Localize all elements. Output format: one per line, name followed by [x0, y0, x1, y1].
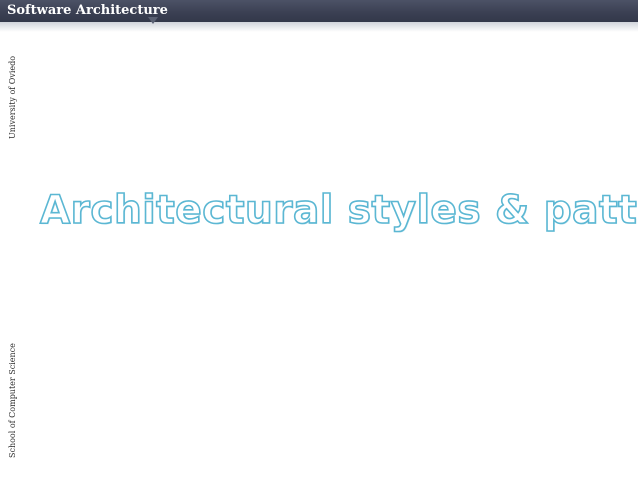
school-label: School of Computer Science: [8, 343, 17, 458]
triangle-marker-icon: [148, 17, 158, 24]
course-title: Software Architecture: [7, 3, 168, 18]
slide: Software Architecture University of Ovie…: [0, 0, 638, 478]
header-shadow: [0, 22, 638, 32]
header-bar: Software Architecture: [0, 0, 638, 22]
university-label: University of Oviedo: [8, 55, 17, 139]
slide-title: Architectural styles & patterns: [39, 187, 638, 234]
